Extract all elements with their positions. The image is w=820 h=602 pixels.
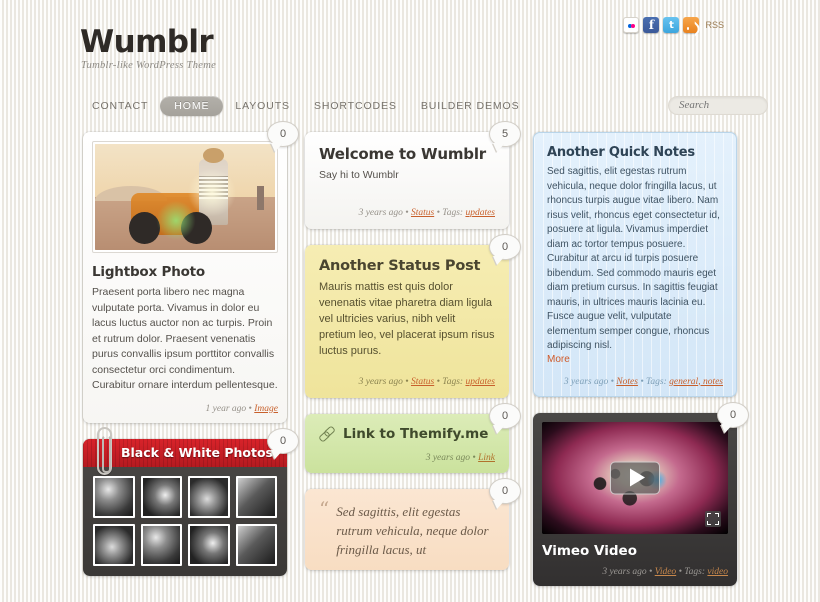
post-meta: 3 years ago • Status • Tags: updates	[319, 377, 495, 387]
meta-separator: •	[402, 376, 411, 387]
nav-item-contact[interactable]: CONTACT	[80, 96, 160, 116]
site-header: Wumblr Tumblr-like WordPress Theme f t R…	[0, 0, 820, 130]
post-title[interactable]: Black & White Photos	[121, 445, 273, 460]
gallery-thumbnail-grid	[83, 467, 287, 576]
post-title[interactable]: Lightbox Photo	[92, 264, 278, 280]
post-category-link[interactable]: Link	[478, 453, 495, 463]
post-meta: 3 years ago • Status • Tags: updates	[319, 208, 495, 218]
link-chain-icon	[319, 426, 334, 441]
search-box	[668, 95, 768, 115]
quote-row: “ Sed sagittis, elit egestas rutrum vehi…	[319, 496, 495, 559]
nav-item-builder-demos[interactable]: BUILDER DEMOS	[409, 96, 532, 116]
gallery-thumbnail[interactable]	[140, 523, 182, 566]
facebook-icon[interactable]: f	[643, 17, 660, 33]
post-body: Praesent porta libero nec magna vulputat…	[92, 286, 278, 391]
post-meta: 1 year ago • Image	[92, 404, 278, 414]
nav-item-shortcodes[interactable]: SHORTCODES	[302, 96, 409, 116]
post-time: 3 years ago	[358, 207, 403, 218]
photo-frame	[92, 141, 278, 253]
post-welcome[interactable]: 5 Welcome to Wumblr Say hi to Wumblr 3 y…	[305, 121, 521, 229]
gallery-thumbnail[interactable]	[235, 475, 277, 518]
meta-separator: •	[470, 452, 479, 463]
grid-column-1: 0 Lightbox Photo Praesent porta libero n…	[83, 121, 299, 592]
post-tag-link[interactable]: updates	[465, 208, 495, 218]
meta-separator: •	[402, 207, 411, 218]
play-button-icon[interactable]	[610, 461, 660, 494]
meta-tags-label: • Tags:	[637, 376, 670, 387]
comment-count-bubble[interactable]: 0	[489, 402, 521, 429]
post-title[interactable]: Another Status Post	[319, 258, 495, 274]
twitter-icon[interactable]: t	[663, 17, 680, 33]
post-time: 3 years ago	[425, 452, 471, 463]
meta-tags-label: • Tags:	[434, 376, 466, 387]
post-category-link[interactable]: Status	[411, 208, 434, 218]
fullscreen-icon[interactable]	[705, 510, 721, 527]
paperclip-icon	[97, 426, 112, 475]
more-link[interactable]: More	[547, 354, 723, 365]
post-title[interactable]: Welcome to Wumblr	[319, 145, 495, 163]
quote-text: Sed sagittis, elit egestas rutrum vehicu…	[336, 503, 489, 557]
grid-column-3: Another Quick Notes Sed sagittis, elit e…	[533, 132, 749, 602]
grid-column-2: 5 Welcome to Wumblr Say hi to Wumblr 3 y…	[305, 121, 521, 586]
comment-count-bubble[interactable]: 0	[489, 233, 521, 260]
site-logo[interactable]: Wumblr	[80, 24, 214, 60]
gallery-thumbnail[interactable]	[235, 523, 277, 566]
post-category-link[interactable]: Image	[254, 404, 278, 414]
social-links: f t RSS	[623, 17, 724, 33]
search-input[interactable]	[668, 95, 768, 115]
gallery-thumbnail[interactable]	[93, 475, 135, 518]
gallery-title-band: Black & White Photos	[83, 438, 287, 467]
quote-mark-icon: “	[319, 496, 330, 521]
meta-tags-label: • Tags:	[434, 207, 466, 218]
post-tag-link[interactable]: updates	[465, 377, 495, 387]
post-vimeo-video[interactable]: 0 Vimeo Video 3 years ago • Video • Tags…	[533, 401, 749, 586]
post-body: Mauris mattis est quis dolor venenatis v…	[319, 280, 495, 357]
nav-item-home[interactable]: HOME	[160, 96, 224, 116]
post-title[interactable]: Vimeo Video	[542, 543, 728, 559]
gallery-thumbnail[interactable]	[188, 523, 230, 566]
post-title[interactable]: Another Quick Notes	[547, 145, 723, 160]
gallery-thumbnail[interactable]	[140, 475, 182, 518]
comment-count-bubble[interactable]: 0	[267, 121, 299, 147]
post-quote[interactable]: 0 “ Sed sagittis, elit egestas rutrum ve…	[305, 477, 521, 570]
post-category-link[interactable]: Status	[411, 377, 434, 387]
rss-icon[interactable]	[683, 17, 700, 33]
post-category-link[interactable]: Video	[655, 567, 676, 577]
post-meta: 3 years ago • Notes • Tags: general, not…	[547, 377, 723, 387]
post-category-link[interactable]: Notes	[616, 377, 638, 387]
meta-separator: •	[646, 566, 655, 577]
post-time: 1 year ago	[205, 403, 247, 414]
post-time: 3 years ago	[358, 376, 403, 387]
post-quick-notes[interactable]: Another Quick Notes Sed sagittis, elit e…	[533, 132, 737, 397]
post-title[interactable]: Link to Themify.me	[343, 426, 488, 442]
post-another-status[interactable]: 0 Another Status Post Mauris mattis est …	[305, 233, 521, 398]
flickr-icon[interactable]	[623, 17, 640, 33]
main-navigation: CONTACT HOME LAYOUTS SHORTCODES BUILDER …	[80, 96, 531, 116]
comment-count-bubble[interactable]: 0	[267, 427, 299, 454]
post-meta: 3 years ago • Video • Tags: video	[542, 567, 728, 577]
comment-count-bubble[interactable]: 0	[489, 477, 521, 504]
link-row: Link to Themify.me	[319, 426, 495, 442]
post-meta: 3 years ago • Link	[319, 453, 495, 463]
post-tag-link[interactable]: video	[707, 567, 728, 577]
nav-item-layouts[interactable]: LAYOUTS	[223, 96, 302, 116]
comment-count-bubble[interactable]: 0	[717, 401, 749, 428]
lightbox-photo-image[interactable]	[95, 144, 275, 250]
post-body: Say hi to Wumblr	[319, 169, 399, 181]
post-link-themify[interactable]: 0 Link to Themify.me 3 years ago • Link	[305, 402, 521, 473]
rss-label[interactable]: RSS	[705, 20, 724, 30]
post-tag-link[interactable]: general, notes	[669, 377, 723, 387]
meta-tags-label: • Tags:	[676, 566, 708, 577]
comment-count-bubble[interactable]: 5	[489, 121, 521, 147]
post-time: 3 years ago	[602, 566, 647, 577]
site-tagline: Tumblr-like WordPress Theme	[81, 60, 217, 71]
post-black-white-photos[interactable]: 0 Black & White Photos	[83, 426, 299, 576]
video-player[interactable]	[542, 421, 728, 534]
gallery-thumbnail[interactable]	[93, 523, 135, 566]
post-lightbox-photo[interactable]: 0 Lightbox Photo Praesent porta libero n…	[83, 121, 299, 423]
gallery-thumbnail[interactable]	[188, 475, 230, 518]
post-time: 3 years ago	[563, 376, 609, 387]
post-body: Sed sagittis, elit egestas rutrum vehicu…	[547, 166, 720, 351]
